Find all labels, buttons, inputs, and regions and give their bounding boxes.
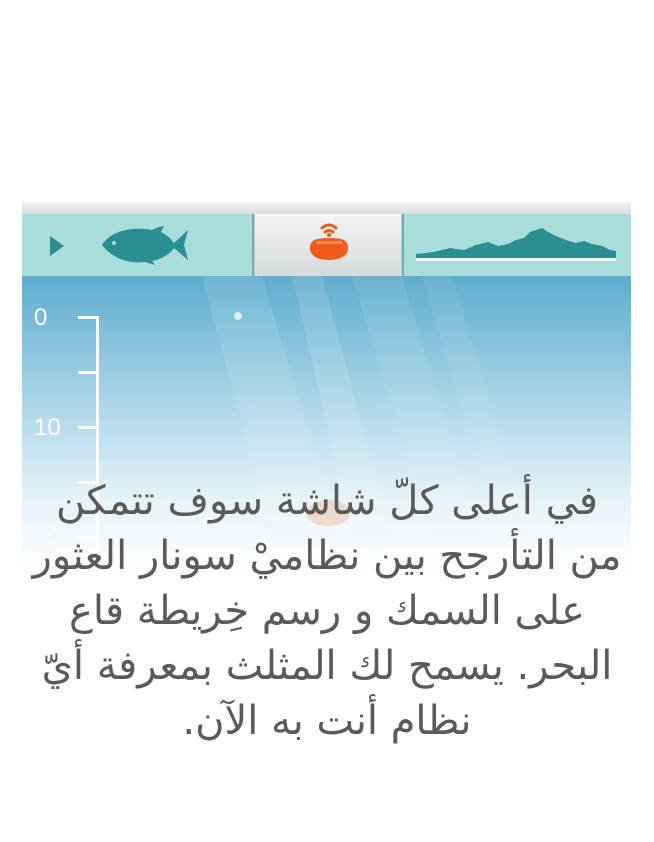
mode-tab-bar bbox=[22, 202, 631, 276]
tab-sonar[interactable] bbox=[254, 214, 402, 276]
top-strip bbox=[22, 202, 631, 214]
depth-label-0: 0 bbox=[34, 304, 48, 331]
seabed-profile-icon bbox=[416, 228, 616, 261]
depth-tick bbox=[78, 371, 98, 374]
fish-icon bbox=[102, 226, 188, 265]
instruction-caption: في أعلى كلّ شاشة سوف تتمكن من التأرجح بي… bbox=[32, 478, 622, 744]
depth-label-10: 10 bbox=[34, 414, 61, 441]
tab-fish-finder[interactable] bbox=[22, 214, 254, 276]
sonar-device-icon bbox=[310, 223, 348, 260]
tab-seabed-map[interactable] bbox=[402, 214, 631, 276]
screen: 0 10 20 في أعلى كلّ شاشة سوف تتمكن من ال… bbox=[0, 0, 654, 842]
play-triangle-icon bbox=[50, 236, 64, 256]
